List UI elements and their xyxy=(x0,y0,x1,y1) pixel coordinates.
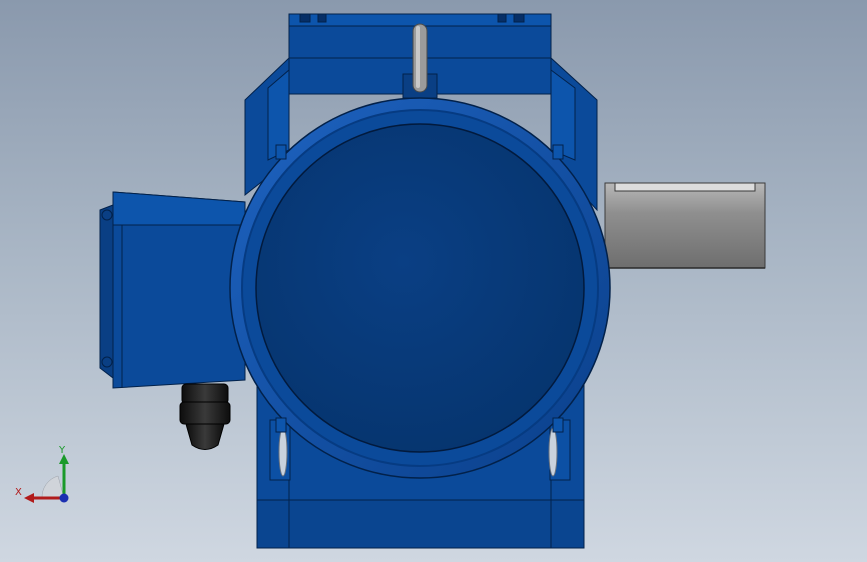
motor-model[interactable] xyxy=(0,0,867,562)
x-axis-head xyxy=(24,493,34,503)
cable-gland xyxy=(179,383,231,450)
x-axis-label: X xyxy=(15,487,22,498)
output-shaft xyxy=(604,182,766,269)
z-axis-dot xyxy=(59,493,69,503)
terminal-box xyxy=(99,191,246,389)
cad-viewport[interactable]: Y X xyxy=(0,0,867,562)
triad-plane xyxy=(41,475,65,499)
orientation-triad[interactable]: Y X xyxy=(12,440,82,510)
y-axis-label: Y xyxy=(58,445,66,456)
fan-cover xyxy=(229,97,611,479)
